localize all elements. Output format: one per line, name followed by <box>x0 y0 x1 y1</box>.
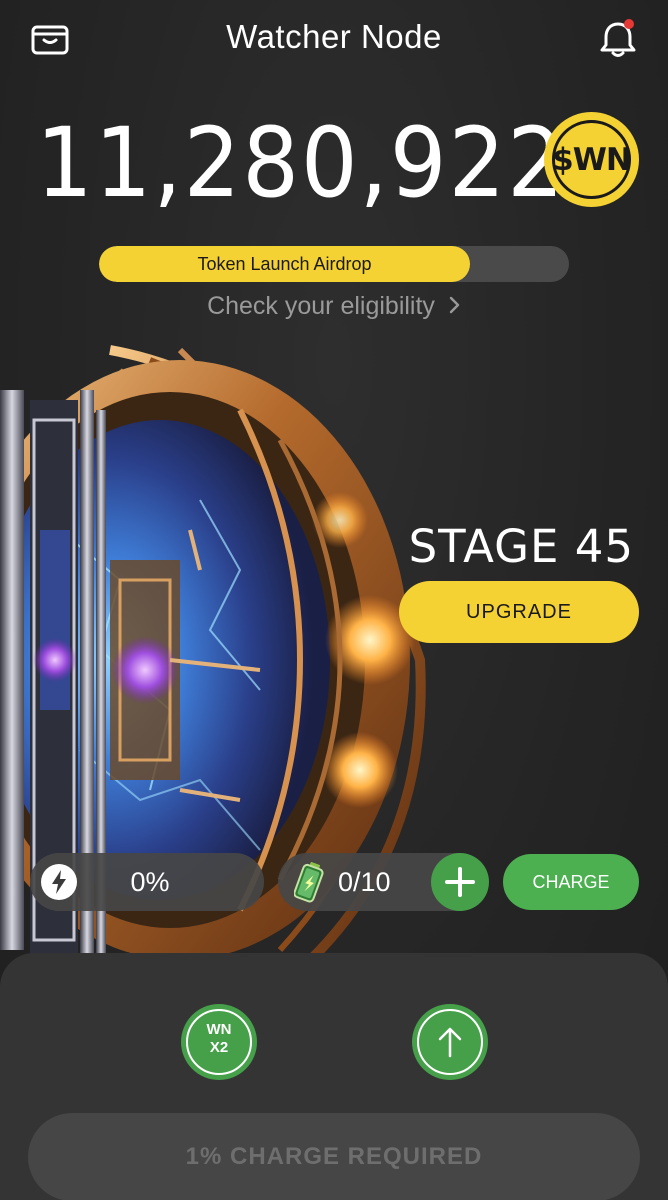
token-balance: 11,280,922 <box>36 107 566 219</box>
energy-value: 0% <box>130 867 170 897</box>
upgrade-button[interactable]: UPGRADE <box>399 581 639 643</box>
airdrop-progress-bar: Token Launch Airdrop <box>99 246 569 282</box>
stage-label: STAGE 45 <box>408 520 634 573</box>
energy-meter: 0% <box>30 853 264 911</box>
charge-button[interactable]: CHARGE <box>503 854 639 910</box>
plus-icon <box>445 867 475 897</box>
battery-icon <box>293 861 328 903</box>
app-title: Watcher Node <box>226 18 442 55</box>
notification-dot <box>624 19 634 29</box>
app-screen: Watcher Node 11,280,922 $WN Token Launch… <box>0 0 668 1200</box>
lightning-bolt-icon <box>41 864 77 900</box>
multiplier-label: WN X2 <box>206 1021 232 1056</box>
token-coin-icon: $WN <box>544 112 639 207</box>
chevron-right-icon <box>449 292 461 321</box>
token-symbol: $WN <box>552 141 632 178</box>
boost-button[interactable] <box>412 1004 488 1080</box>
multiplier-x2-button[interactable]: WN X2 <box>181 1004 257 1080</box>
charge-required-button[interactable]: 1% CHARGE REQUIRED <box>28 1113 640 1200</box>
battery-value: 0/10 <box>338 867 391 897</box>
airdrop-label: Token Launch Airdrop <box>197 254 372 274</box>
eligibility-link-label: Check your eligibility <box>207 292 435 320</box>
add-battery-button[interactable] <box>431 853 489 911</box>
header: Watcher Node <box>0 0 668 80</box>
arrow-up-icon <box>417 1009 483 1075</box>
check-eligibility-link[interactable]: Check your eligibility <box>0 292 668 321</box>
bell-icon[interactable] <box>598 18 638 60</box>
